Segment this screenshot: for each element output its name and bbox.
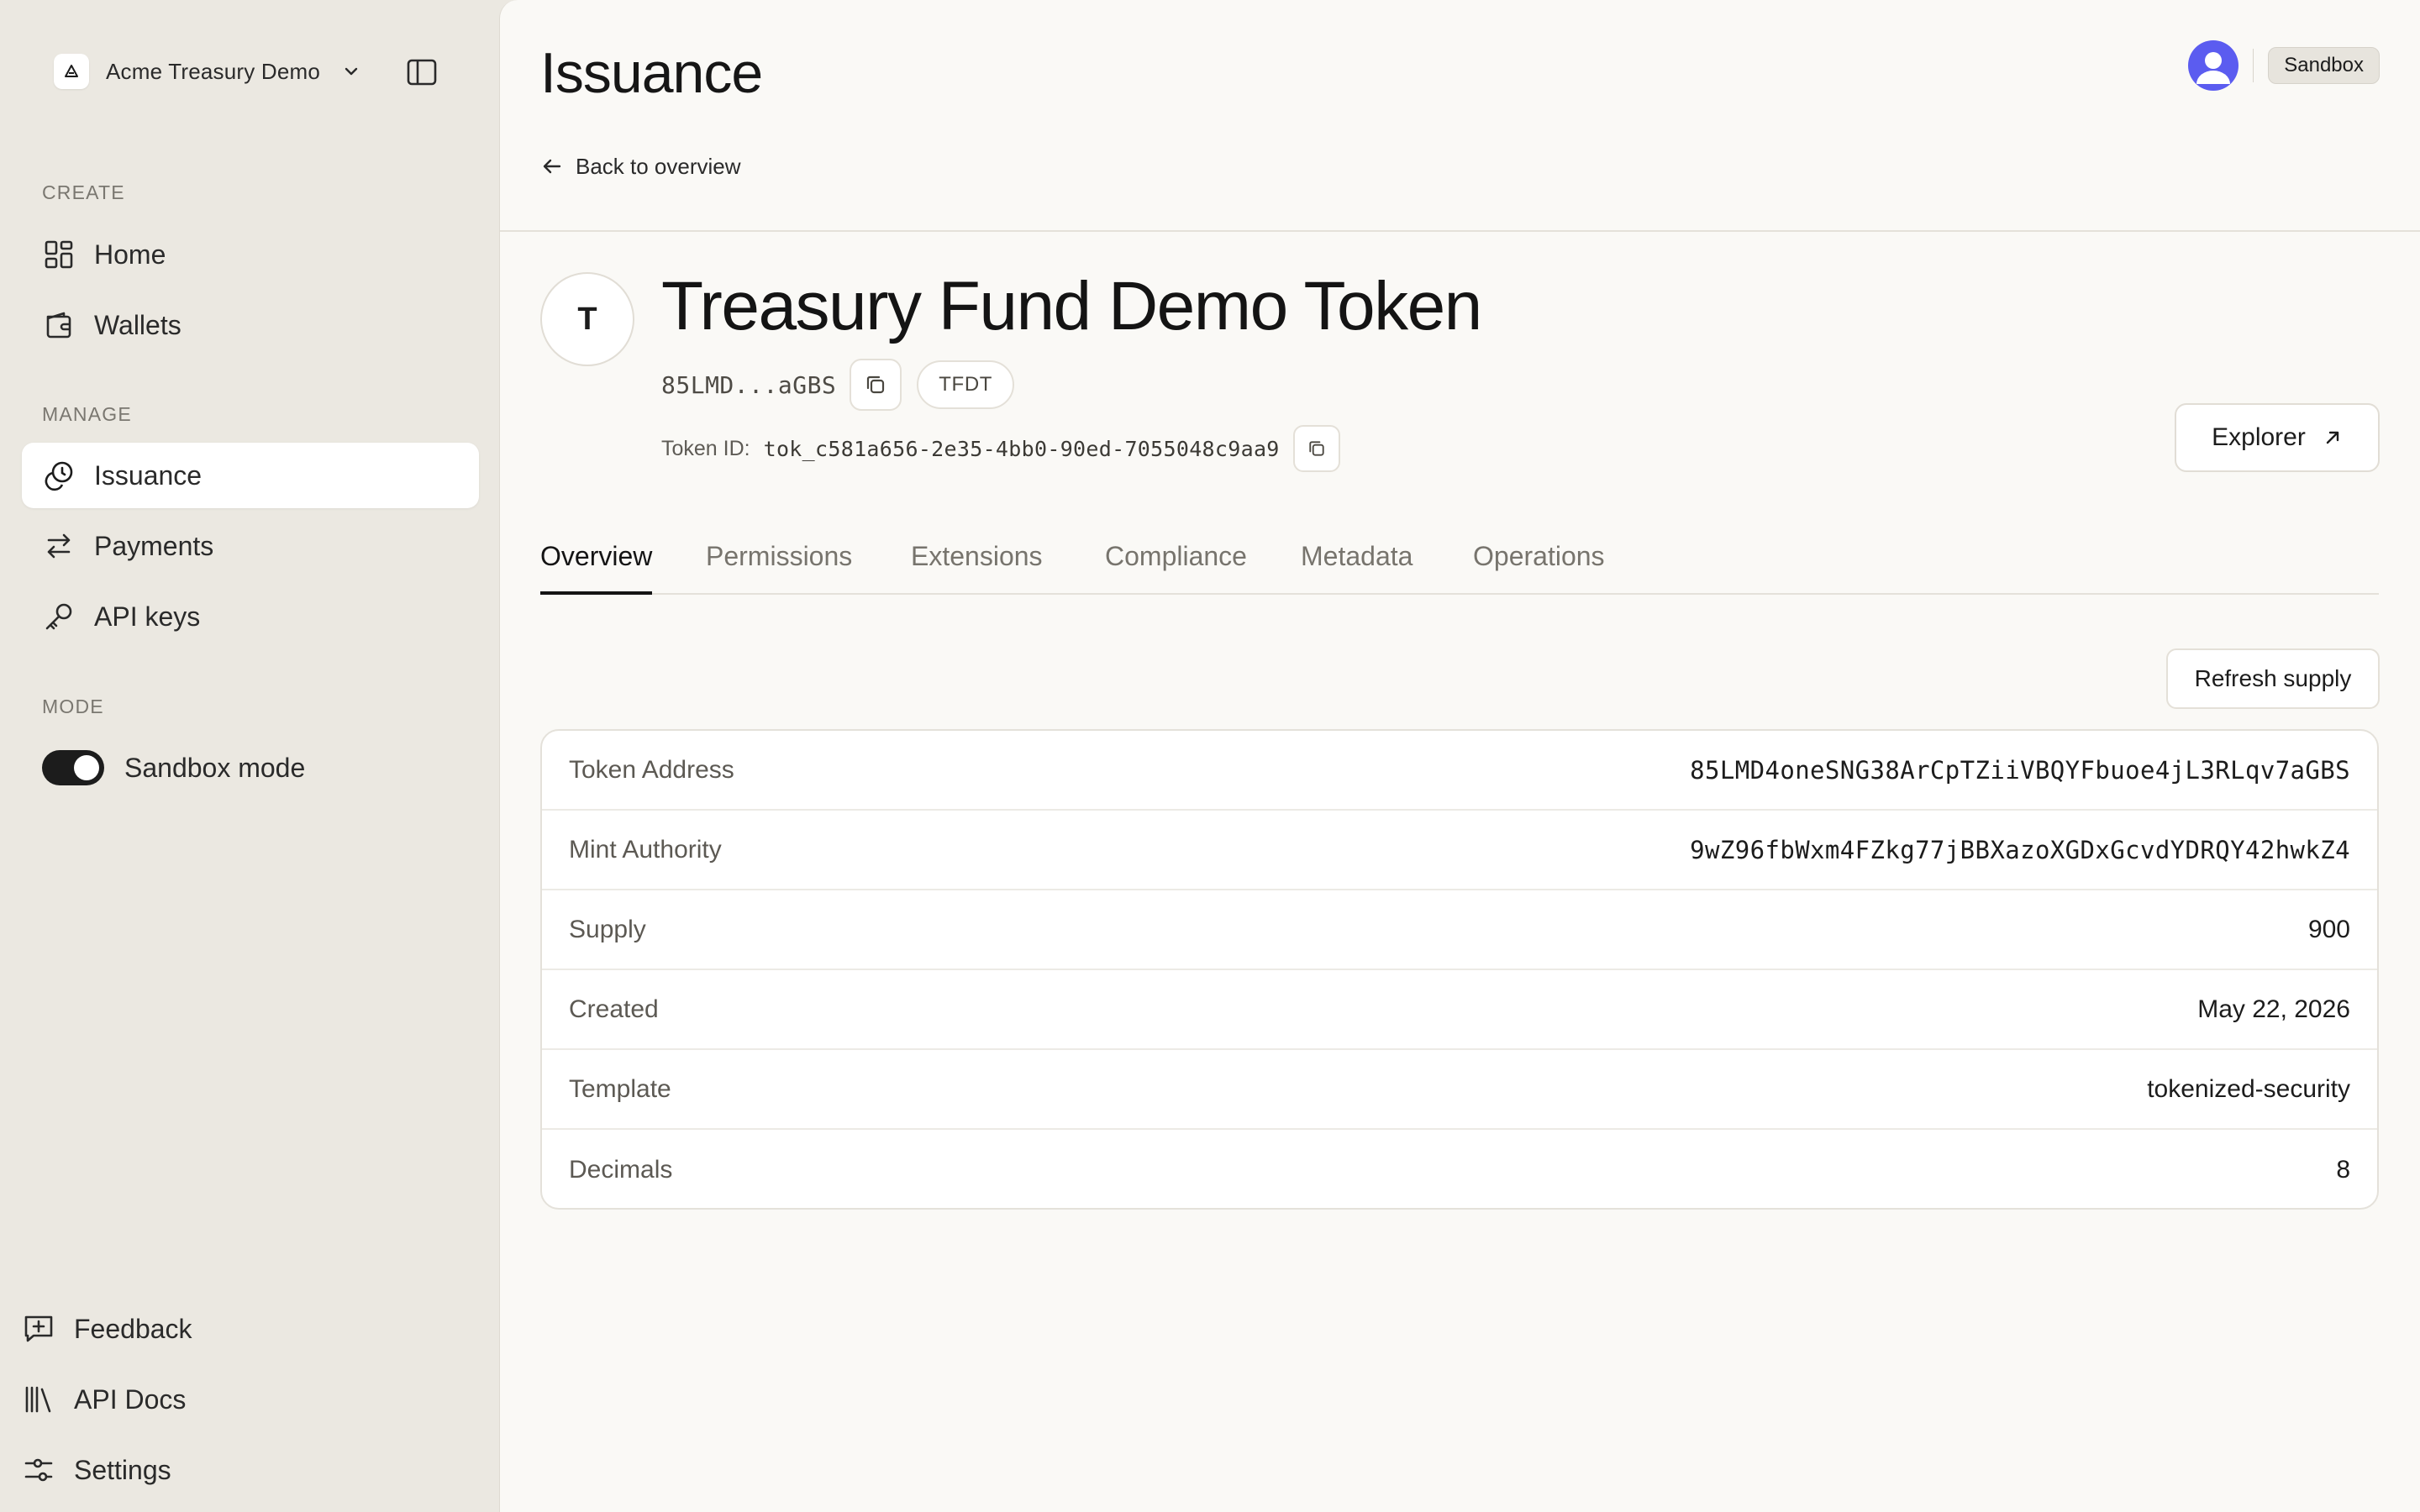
sandbox-mode-label: Sandbox mode <box>124 752 306 783</box>
sidebar-item-settings[interactable]: Settings <box>22 1445 171 1495</box>
key-icon <box>45 603 72 630</box>
page-title: Issuance <box>540 41 763 105</box>
copy-token-id-button[interactable] <box>1292 425 1340 472</box>
tab-operations[interactable]: Operations <box>1473 531 1605 595</box>
tab-permissions[interactable]: Permissions <box>706 531 852 595</box>
sidebar-item-label: Wallets <box>94 309 182 340</box>
detail-label: Template <box>569 1074 671 1103</box>
sidebar-item-label: Payments <box>94 530 214 561</box>
back-to-overview-link[interactable]: Back to overview <box>540 151 741 181</box>
token-symbol-badge: TFDT <box>917 360 1015 409</box>
token-meta: 85LMD...aGBS TFDT <box>661 358 1015 412</box>
detail-value: 900 <box>2307 915 2350 943</box>
sidebar-item-home[interactable]: Home <box>22 222 479 287</box>
sidebar-item-api-docs[interactable]: API Docs <box>22 1374 186 1425</box>
token-tabs: Overview Permissions Extensions Complian… <box>540 517 2379 595</box>
table-row: Token Address 85LMD4oneSNG38ArCpTZiiVBQY… <box>542 731 2377 811</box>
main-content: Issuance Back to overview Sandbox T Trea… <box>499 0 2420 1512</box>
sidebar-item-payments[interactable]: Payments <box>22 513 479 579</box>
sidebar-toggle-icon[interactable] <box>405 55 439 89</box>
detail-label: Supply <box>569 915 646 943</box>
section-label-manage: MANAGE <box>42 403 132 425</box>
feedback-icon <box>24 1315 53 1342</box>
explorer-button-label: Explorer <box>2212 423 2306 451</box>
table-row: Template tokenized-security <box>542 1050 2377 1130</box>
org-name: Acme Treasury Demo <box>106 58 321 84</box>
tab-overview[interactable]: Overview <box>540 531 653 595</box>
coins-icon <box>45 461 73 491</box>
refresh-supply-button[interactable]: Refresh supply <box>2166 648 2380 709</box>
detail-label: Token Address <box>569 755 734 784</box>
section-label-create: CREATE <box>42 181 125 203</box>
table-row: Decimals 8 <box>542 1130 2377 1208</box>
detail-value: tokenized-security <box>2147 1074 2350 1103</box>
detail-value: 9wZ96fbWxm4FZkg77jBBXazoXGDxGcvdYDRQY42h… <box>1690 835 2350 864</box>
token-details-table: Token Address 85LMD4oneSNG38ArCpTZiiVBQY… <box>540 729 2379 1210</box>
sidebar-item-wallets[interactable]: Wallets <box>22 292 479 358</box>
org-switcher[interactable]: Acme Treasury Demo <box>54 52 360 91</box>
sidebar-item-feedback[interactable]: Feedback <box>22 1304 192 1354</box>
detail-label: Created <box>569 995 659 1023</box>
token-id-row: Token ID: tok_c581a656-2e35-4bb0-90ed-70… <box>661 425 1340 472</box>
copy-address-button[interactable] <box>850 359 902 411</box>
copy-icon <box>1309 441 1324 456</box>
arrows-exchange-icon <box>47 533 71 559</box>
back-link-label: Back to overview <box>576 153 741 179</box>
library-icon <box>25 1386 51 1413</box>
detail-value: 8 <box>2336 1155 2350 1184</box>
explorer-button[interactable]: Explorer <box>2175 403 2380 472</box>
chevron-down-icon <box>345 67 358 76</box>
sidebar-item-api-keys[interactable]: API keys <box>22 584 479 649</box>
sandbox-mode-toggle[interactable] <box>42 750 104 785</box>
table-row: Mint Authority 9wZ96fbWxm4FZkg77jBBXazoX… <box>542 811 2377 890</box>
detail-label: Decimals <box>569 1155 673 1184</box>
arrow-left-icon <box>543 159 561 174</box>
token-id-label: Token ID: <box>661 436 750 460</box>
sidebar: Acme Treasury Demo CREATE Home Wallets M… <box>0 0 497 1512</box>
tab-metadata[interactable]: Metadata <box>1301 531 1413 595</box>
header-divider <box>500 230 2420 232</box>
tab-extensions[interactable]: Extensions <box>911 531 1043 595</box>
copy-icon <box>867 375 885 394</box>
section-label-mode: MODE <box>42 696 104 717</box>
sidebar-item-label: Home <box>94 239 166 270</box>
environment-badge: Sandbox <box>2268 47 2380 84</box>
tab-compliance[interactable]: Compliance <box>1105 531 1247 595</box>
sidebar-item-label: API keys <box>94 601 201 632</box>
grid-icon <box>45 240 73 269</box>
wallet-icon <box>46 312 71 339</box>
detail-value: 85LMD4oneSNG38ArCpTZiiVBQYFbuoe4jL3RLqv7… <box>1690 755 2350 785</box>
sidebar-item-label: Settings <box>74 1454 171 1485</box>
table-row: Created May 22, 2026 <box>542 970 2377 1050</box>
detail-value: May 22, 2026 <box>2197 995 2350 1023</box>
user-icon <box>2196 52 2230 84</box>
org-logo-icon <box>54 54 89 89</box>
external-link-arrow-icon <box>2326 431 2339 444</box>
sandbox-mode-row[interactable]: Sandbox mode <box>42 746 305 790</box>
sidebar-item-label: Issuance <box>94 459 203 491</box>
token-id-value: tok_c581a656-2e35-4bb0-90ed-7055048c9aa9 <box>763 436 1280 461</box>
sliders-icon <box>24 1458 53 1482</box>
table-row: Supply 900 <box>542 890 2377 970</box>
sidebar-item-label: Feedback <box>74 1313 192 1344</box>
header-separator <box>2253 49 2254 82</box>
user-avatar[interactable] <box>2188 40 2238 91</box>
token-name: Treasury Fund Demo Token <box>661 268 1482 344</box>
token-short-address: 85LMD...aGBS <box>661 370 837 399</box>
detail-label: Mint Authority <box>569 835 722 864</box>
sidebar-item-issuance[interactable]: Issuance <box>22 443 479 508</box>
sidebar-item-label: API Docs <box>74 1383 187 1415</box>
token-avatar: T <box>540 272 634 366</box>
